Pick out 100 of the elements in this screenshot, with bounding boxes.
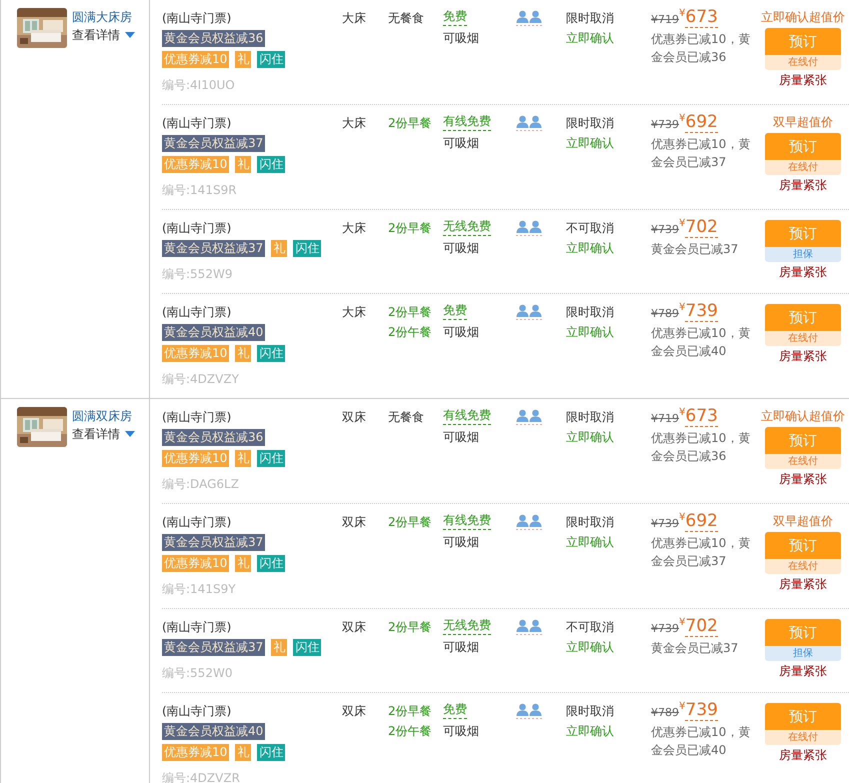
- discount-note: 优惠券已减10，黄金会员已减40: [651, 325, 752, 360]
- original-price: ¥789: [651, 705, 679, 721]
- two-people-icon: [516, 619, 542, 635]
- coupon-tag: 优惠券减10: [162, 450, 230, 467]
- confirm-info: 立即确认: [566, 639, 615, 656]
- details-link[interactable]: 查看详情: [72, 425, 135, 443]
- coupon-tag: 优惠券减10: [162, 345, 230, 362]
- currency-sign: ¥: [679, 701, 686, 713]
- coupon-tag: 优惠券减10: [162, 156, 230, 173]
- cancel-policy: 不可取消: [566, 619, 615, 636]
- payment-label: 在线付: [765, 559, 841, 574]
- flash-stay-tag: 闪住: [293, 639, 322, 656]
- discount-note: 优惠券已减10，黄金会员已减36: [651, 31, 752, 66]
- gift-tag: 礼: [235, 450, 252, 467]
- smoking-info: 可吸烟: [443, 324, 479, 341]
- book-button[interactable]: 预订: [765, 532, 841, 559]
- gift-tag: 礼: [271, 240, 288, 257]
- price: 673: [685, 8, 718, 28]
- meal-info: 2份午餐: [388, 324, 433, 341]
- smoking-info: 可吸烟: [443, 639, 479, 656]
- broadband-info: 无线免费: [443, 218, 491, 236]
- member-discount-tag: 黄金会员权益减40: [162, 723, 266, 740]
- smoking-info: 可吸烟: [443, 135, 479, 152]
- caret-icon: [125, 431, 135, 437]
- broadband-info: 免费: [443, 302, 467, 320]
- price: 702: [685, 617, 718, 637]
- rate-code: 编号:552W0: [162, 665, 232, 682]
- meal-info: 2份早餐: [388, 514, 433, 531]
- flash-stay-tag: 闪住: [257, 345, 286, 362]
- confirm-info: 立即确认: [566, 324, 615, 341]
- availability-note: 房量紧张: [779, 348, 827, 365]
- currency-sign: ¥: [679, 218, 686, 230]
- book-button[interactable]: 预订: [765, 427, 841, 454]
- book-button[interactable]: 预订: [765, 220, 841, 247]
- gift-tag: 礼: [235, 555, 252, 572]
- broadband-info: 免费: [443, 701, 467, 719]
- discount-note: 优惠券已减10，黄金会员已减36: [651, 430, 752, 465]
- availability-note: 房量紧张: [779, 471, 827, 488]
- smoking-info: 可吸烟: [443, 723, 479, 740]
- member-discount-tag: 黄金会员权益减37: [162, 534, 266, 551]
- discount-note: 黄金会员已减37: [651, 640, 740, 657]
- member-discount-tag: 黄金会员权益减36: [162, 429, 266, 446]
- original-price: ¥789: [651, 306, 679, 322]
- price: 692: [685, 512, 718, 532]
- gift-tag: 礼: [235, 345, 252, 362]
- member-discount-tag: 黄金会员权益减37: [162, 240, 266, 257]
- rate-code: 编号:141S9Y: [162, 581, 236, 598]
- confirm-info: 立即确认: [566, 723, 615, 740]
- original-price: ¥739: [651, 117, 679, 133]
- flash-stay-tag: 闪住: [257, 51, 286, 68]
- room-name[interactable]: 圆满双床房: [72, 407, 135, 425]
- payment-label: 在线付: [765, 160, 841, 175]
- promo-label: 立即确认超值价: [761, 408, 845, 425]
- book-button[interactable]: 预订: [765, 703, 841, 730]
- broadband-info: 免费: [443, 8, 467, 26]
- member-discount-tag: 黄金会员权益减40: [162, 324, 266, 341]
- cancel-policy: 限时取消: [566, 703, 615, 720]
- package-name: (南山寺门票): [162, 115, 232, 132]
- two-people-icon: [516, 220, 542, 236]
- original-price: ¥719: [651, 12, 679, 28]
- availability-note: 房量紧张: [779, 747, 827, 764]
- details-link[interactable]: 查看详情: [72, 26, 135, 44]
- smoking-info: 可吸烟: [443, 429, 479, 446]
- member-discount-tag: 黄金会员权益减37: [162, 135, 266, 152]
- rate-code: 编号:4DZVZY: [162, 371, 239, 388]
- book-button[interactable]: 预订: [765, 304, 841, 331]
- smoking-info: 可吸烟: [443, 240, 479, 257]
- price: 739: [685, 701, 718, 721]
- promo-label: 立即确认超值价: [761, 9, 845, 26]
- promo-label: 双早超值价: [773, 513, 833, 530]
- payment-label: 担保: [765, 646, 841, 661]
- meal-info: 2份早餐: [388, 703, 433, 720]
- book-button[interactable]: 预订: [765, 619, 841, 646]
- bed-type: 大床: [342, 304, 367, 321]
- discount-note: 黄金会员已减37: [651, 241, 740, 258]
- discount-note: 优惠券已减10，黄金会员已减40: [651, 724, 752, 759]
- caret-icon: [125, 32, 135, 38]
- confirm-info: 立即确认: [566, 429, 615, 446]
- broadband-info: 有线免费: [443, 512, 491, 530]
- smoking-info: 可吸烟: [443, 534, 479, 551]
- confirm-info: 立即确认: [566, 30, 615, 47]
- original-price: ¥719: [651, 411, 679, 427]
- currency-sign: ¥: [679, 512, 686, 524]
- currency-sign: ¥: [679, 8, 686, 20]
- meal-info: 2份午餐: [388, 723, 433, 740]
- cancel-policy: 限时取消: [566, 514, 615, 531]
- currency-sign: ¥: [679, 617, 686, 629]
- currency-sign: ¥: [679, 113, 686, 125]
- book-button[interactable]: 预订: [765, 28, 841, 55]
- meal-info: 2份早餐: [388, 115, 433, 132]
- cancel-policy: 不可取消: [566, 220, 615, 237]
- bed-type: 大床: [342, 10, 367, 27]
- book-button[interactable]: 预订: [765, 133, 841, 160]
- two-people-icon: [516, 514, 542, 530]
- room-name[interactable]: 圆满大床房: [72, 8, 135, 26]
- price: 692: [685, 113, 718, 133]
- member-discount-tag: 黄金会员权益减37: [162, 639, 266, 656]
- rate-code: 编号:141S9R: [162, 182, 237, 199]
- cancel-policy: 限时取消: [566, 10, 615, 27]
- cancel-policy: 限时取消: [566, 115, 615, 132]
